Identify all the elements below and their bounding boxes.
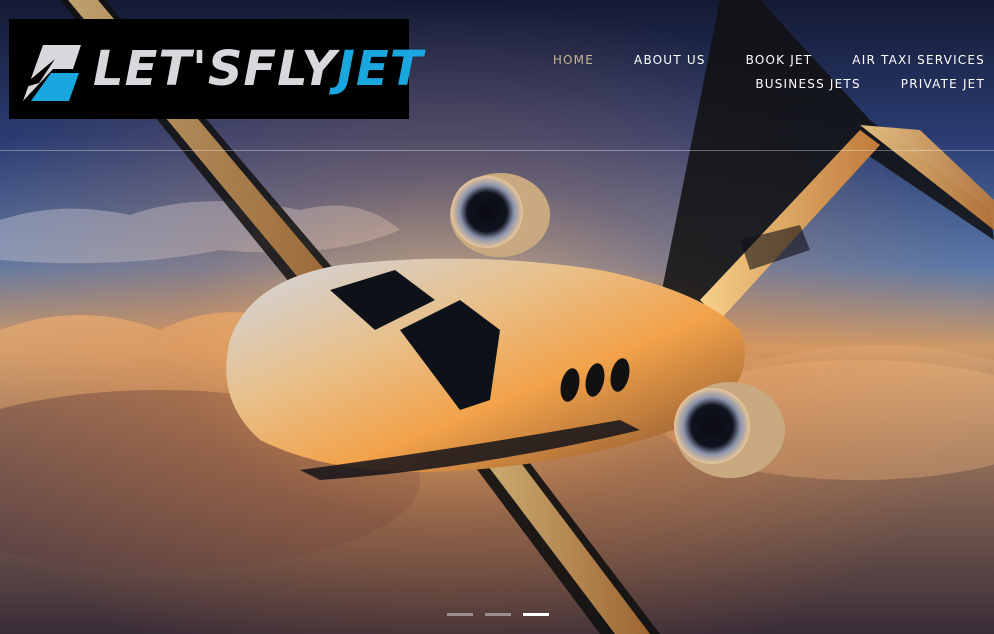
- logo-text-main: LET'SFLY: [93, 41, 338, 97]
- nav-private-jet[interactable]: PRIVATE JET: [901, 77, 985, 91]
- nav-row-primary: HOME ABOUT US BOOK JET AIR TAXI SERVICES: [525, 48, 985, 72]
- nav-business-jets[interactable]: BUSINESS JETS: [755, 77, 860, 91]
- nav-about-us[interactable]: ABOUT US: [634, 53, 706, 67]
- slider-dot-1[interactable]: [447, 613, 473, 616]
- logo-wordmark: LET'SFLYJET: [93, 41, 423, 97]
- jet-logo-icon: [19, 45, 81, 101]
- nav-air-taxi-services[interactable]: AIR TAXI SERVICES: [852, 53, 985, 67]
- logo-text-accent: JET: [337, 41, 424, 97]
- header-divider: [0, 150, 994, 151]
- main-navigation: HOME ABOUT US BOOK JET AIR TAXI SERVICES…: [525, 48, 985, 96]
- site-logo[interactable]: LET'SFLYJET: [9, 19, 422, 119]
- nav-row-secondary: BUSINESS JETS PRIVATE JET: [525, 72, 985, 96]
- slider-dot-2[interactable]: [485, 613, 511, 616]
- nav-home[interactable]: HOME: [553, 53, 594, 67]
- slider-dot-3[interactable]: [523, 613, 549, 616]
- nav-book-jet[interactable]: BOOK JET: [746, 53, 813, 67]
- slider-pagination: [447, 613, 549, 616]
